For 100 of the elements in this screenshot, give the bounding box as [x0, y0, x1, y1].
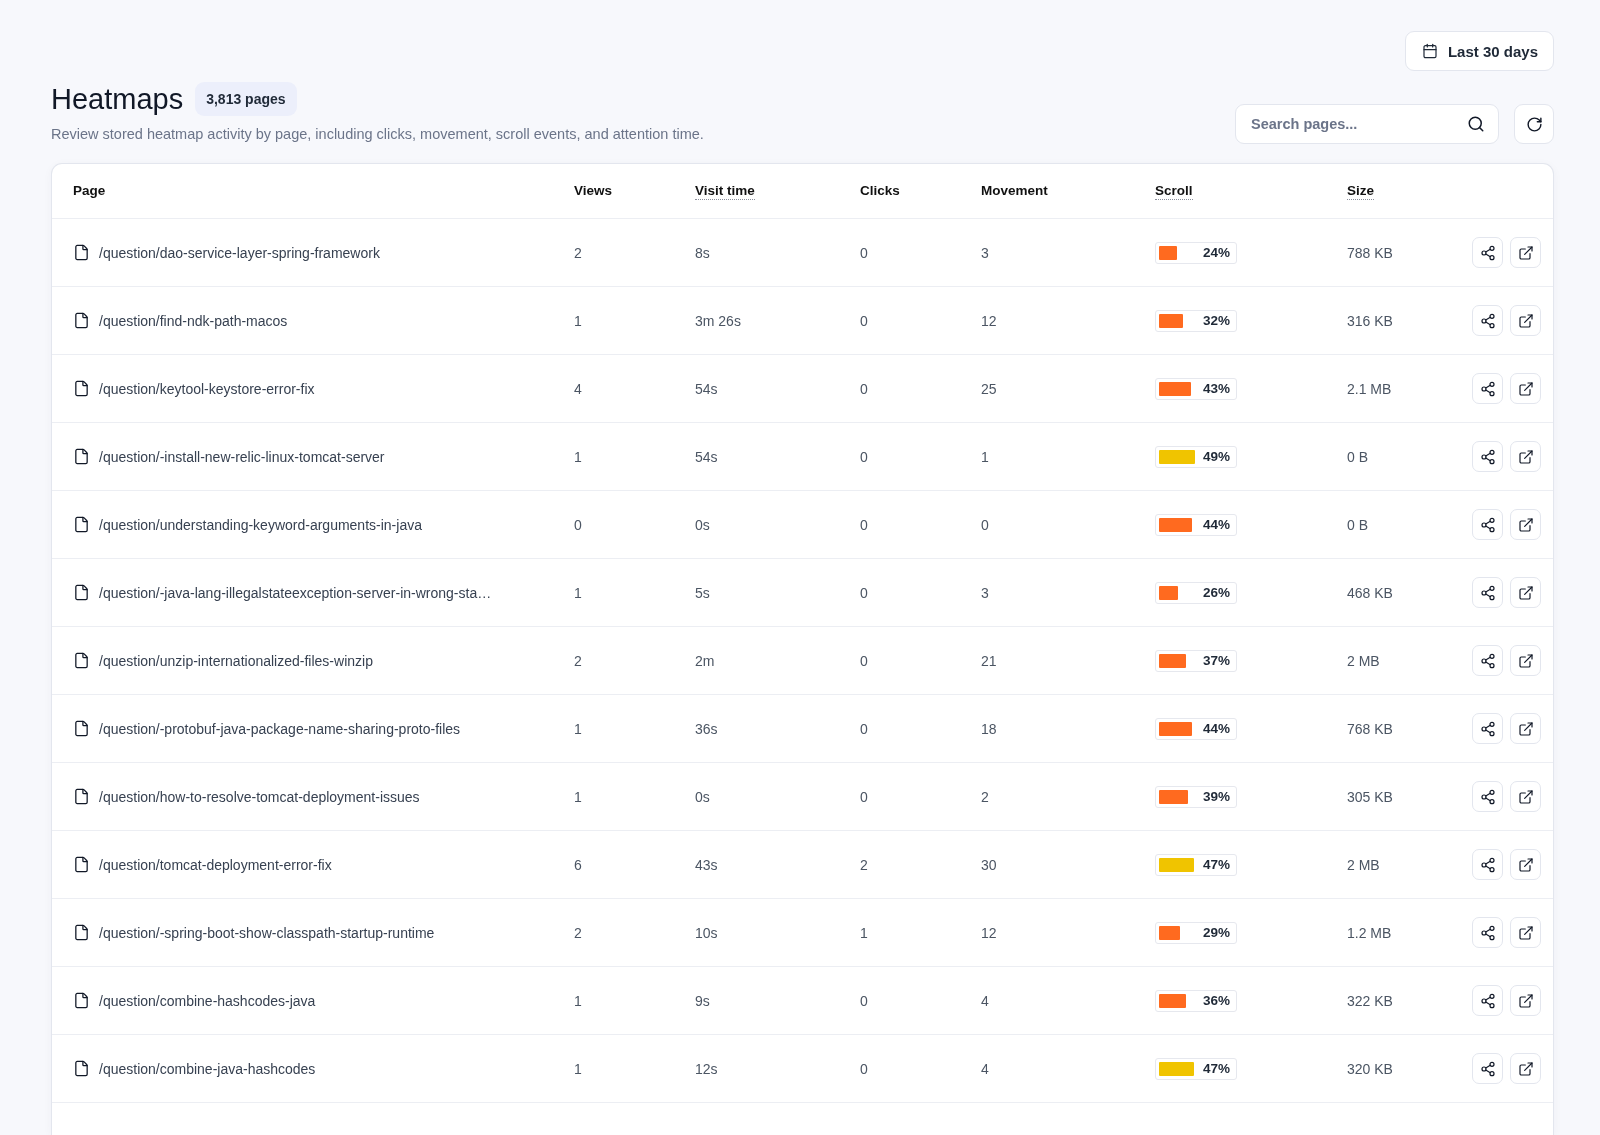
share-button[interactable] [1472, 713, 1503, 744]
share-button[interactable] [1472, 645, 1503, 676]
scroll-percent: 43% [1202, 380, 1230, 397]
external-link-icon [1517, 924, 1534, 941]
share-button[interactable] [1472, 1053, 1503, 1084]
external-link-icon [1517, 448, 1534, 465]
scroll-percent: 29% [1202, 924, 1230, 941]
visit-time: 0s [695, 516, 710, 533]
page-size: 316 KB [1347, 312, 1393, 329]
movement-count: 21 [981, 652, 997, 669]
file-icon [73, 788, 90, 805]
share-button[interactable] [1472, 781, 1503, 812]
open-external-button[interactable] [1510, 305, 1541, 336]
page-size: 1.2 MB [1347, 924, 1392, 941]
external-link-icon [1517, 584, 1534, 601]
refresh-button[interactable] [1514, 104, 1554, 144]
file-icon [73, 1060, 90, 1077]
refresh-icon [1525, 115, 1543, 133]
page-path[interactable]: /question/-java-lang-illegalstateexception-server-in-wrong-sta… [99, 584, 492, 601]
open-external-button[interactable] [1510, 373, 1541, 404]
share-icon [1479, 312, 1496, 329]
scroll-percent: 32% [1202, 312, 1230, 329]
share-button[interactable] [1472, 917, 1503, 948]
page-path[interactable]: /question/-install-new-relic-linux-tomcat-server [99, 448, 385, 465]
page-path[interactable]: /question/unzip-internationalized-files-winzip [99, 652, 373, 669]
column-header: Page [73, 182, 106, 200]
clicks-count: 0 [860, 1060, 868, 1077]
movement-count: 30 [981, 856, 997, 873]
external-link-icon [1517, 652, 1534, 669]
clicks-count: 0 [860, 312, 868, 329]
search-field[interactable]: Search pages... [1235, 104, 1499, 144]
movement-count: 12 [981, 924, 997, 941]
open-external-button[interactable] [1510, 849, 1541, 880]
views-count: 1 [574, 1060, 582, 1077]
external-link-icon [1517, 516, 1534, 533]
page-path[interactable]: /question/keytool-keystore-error-fix [99, 380, 315, 397]
scroll-percent: 37% [1202, 652, 1230, 669]
page-size: 2 MB [1347, 652, 1380, 669]
share-icon [1479, 992, 1496, 1009]
views-count: 2 [574, 924, 582, 941]
share-button[interactable] [1472, 373, 1503, 404]
open-external-button[interactable] [1510, 645, 1541, 676]
scroll-percent: 36% [1202, 992, 1230, 1009]
page-path[interactable]: /question/combine-hashcodes-java [99, 992, 316, 1009]
external-link-icon [1517, 720, 1534, 737]
open-external-button[interactable] [1510, 985, 1541, 1016]
file-icon [73, 652, 90, 669]
share-icon [1479, 516, 1496, 533]
share-button[interactable] [1472, 237, 1503, 268]
open-external-button[interactable] [1510, 1053, 1541, 1084]
page-size: 0 B [1347, 448, 1368, 465]
movement-count: 3 [981, 244, 989, 261]
page-subtitle: Review stored heatmap activity by page, including clicks, movement, scroll events, and attention time. [51, 125, 704, 143]
page-size: 2 MB [1347, 856, 1380, 873]
page-path[interactable]: /question/how-to-resolve-tomcat-deployment-issues [99, 788, 420, 805]
share-icon [1479, 244, 1496, 261]
open-external-button[interactable] [1510, 713, 1541, 744]
open-external-button[interactable] [1510, 917, 1541, 948]
open-external-button[interactable] [1510, 781, 1541, 812]
open-external-button[interactable] [1510, 509, 1541, 540]
page-path[interactable]: /question/combine-java-hashcodes [99, 1060, 316, 1077]
share-icon [1479, 788, 1496, 805]
open-external-button[interactable] [1510, 441, 1541, 472]
clicks-count: 0 [860, 720, 868, 737]
page-path[interactable]: /question/dao-service-layer-spring-framework [99, 244, 380, 261]
share-icon [1479, 448, 1496, 465]
share-button[interactable] [1472, 849, 1503, 880]
movement-count: 4 [981, 1060, 989, 1077]
open-external-button[interactable] [1510, 237, 1541, 268]
share-button[interactable] [1472, 985, 1503, 1016]
scroll-percent: 24% [1202, 244, 1230, 261]
page-path[interactable]: /question/-protobuf-java-package-name-sharing-proto-files [99, 720, 461, 737]
file-icon [73, 924, 90, 941]
visit-time: 36s [695, 720, 718, 737]
page-size: 768 KB [1347, 720, 1393, 737]
visit-time: 5s [695, 584, 710, 601]
scroll-percent: 47% [1202, 1060, 1230, 1077]
clicks-count: 0 [860, 992, 868, 1009]
column-header: Views [574, 182, 613, 200]
page-path[interactable]: /question/tomcat-deployment-error-fix [99, 856, 332, 873]
column-header: Clicks [860, 182, 900, 200]
column-header[interactable]: Scroll [1155, 182, 1193, 200]
share-button[interactable] [1472, 305, 1503, 336]
share-button[interactable] [1472, 577, 1503, 608]
share-button[interactable] [1472, 509, 1503, 540]
date-range-button[interactable]: Last 30 days [1404, 31, 1554, 71]
open-external-button[interactable] [1510, 577, 1541, 608]
page-path[interactable]: /question/understanding-keyword-arguments-in-java [99, 516, 422, 533]
page-path[interactable]: /question/-spring-boot-show-classpath-startup-runtime [99, 924, 435, 941]
scroll-percent: 47% [1202, 856, 1230, 873]
column-header[interactable]: Visit time [695, 182, 755, 200]
external-link-icon [1517, 992, 1534, 1009]
share-button[interactable] [1472, 441, 1503, 472]
page-path[interactable]: /question/find-ndk-path-macos [99, 312, 288, 329]
views-count: 1 [574, 312, 582, 329]
page-size: 0 B [1347, 516, 1368, 533]
visit-time: 2m [695, 652, 715, 669]
views-count: 2 [574, 652, 582, 669]
column-header[interactable]: Size [1347, 182, 1374, 200]
views-count: 1 [574, 584, 582, 601]
